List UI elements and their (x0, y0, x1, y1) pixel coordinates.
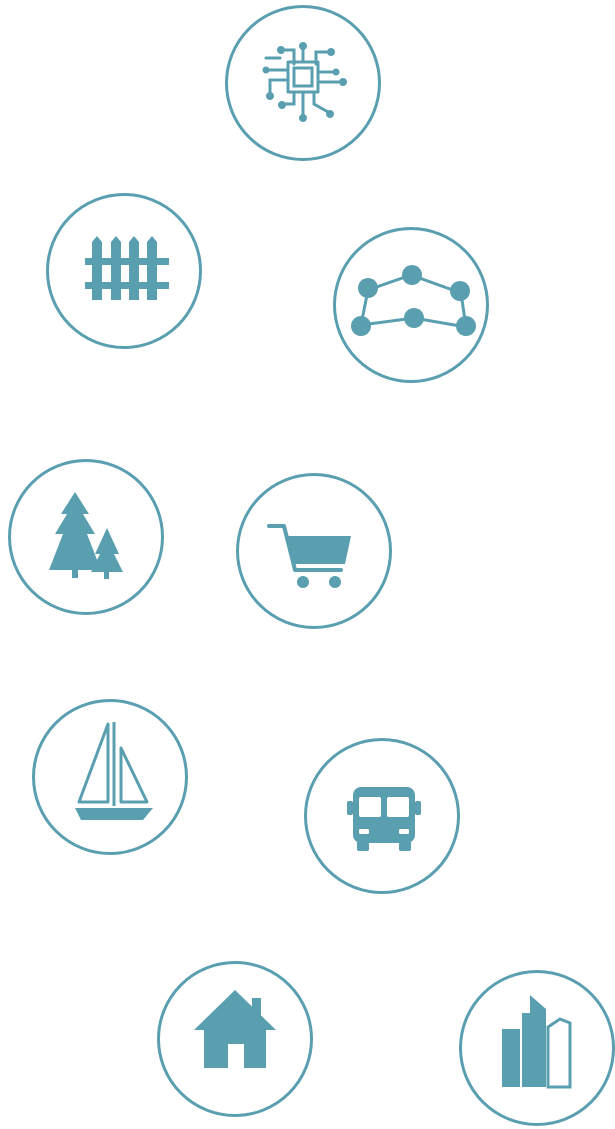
icon-grid (0, 0, 615, 1129)
house-icon (194, 990, 276, 1068)
pine-trees-badge (8, 459, 164, 615)
fence-badge (46, 193, 202, 349)
shopping-cart-badge (236, 473, 392, 629)
shopping-cart-icon (267, 524, 351, 588)
network-nodes-icon (351, 265, 476, 336)
network-nodes-badge (333, 227, 489, 383)
circuit-chip-icon (262, 42, 347, 122)
house-badge (157, 961, 313, 1117)
bus-badge (304, 738, 460, 894)
office-building-icon (502, 995, 572, 1089)
office-building-badge (459, 970, 615, 1126)
pine-trees-icon (49, 492, 123, 579)
bus-icon (347, 787, 421, 851)
sailboat-badge (32, 699, 188, 855)
sailboat-icon (75, 722, 153, 820)
circuit-chip-badge (225, 5, 381, 161)
fence-icon (85, 236, 169, 300)
